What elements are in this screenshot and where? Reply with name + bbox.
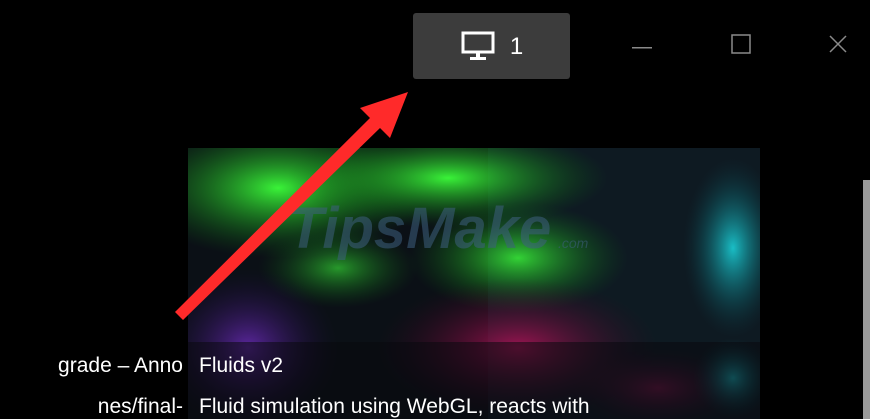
app-window: 1 grade – Anno nes/final- TipsMake .com … <box>0 0 870 419</box>
card-description: Fluid simulation using WebGL, reacts wit… <box>199 395 590 418</box>
close-button[interactable] <box>808 13 868 79</box>
wallpaper-card-fluids[interactable]: TipsMake .com Fluids v2 Fluid simulation… <box>188 148 760 419</box>
watermark-text: TipsMake <box>288 196 551 261</box>
monitor-icon <box>460 30 496 62</box>
maximize-icon <box>731 33 751 59</box>
minimize-icon <box>632 37 652 55</box>
display-count-button[interactable]: 1 <box>413 13 570 79</box>
left-card-subtitle: nes/final- <box>97 395 183 418</box>
close-icon <box>828 34 848 59</box>
title-bar: 1 <box>0 0 870 88</box>
card-title: Fluids v2 <box>199 354 284 377</box>
minimize-button[interactable] <box>612 13 672 79</box>
scrollbar[interactable] <box>863 180 870 419</box>
watermark-suffix: .com <box>558 235 589 251</box>
left-card-title[interactable]: grade – Anno <box>0 354 183 378</box>
maximize-button[interactable] <box>711 13 771 79</box>
display-count: 1 <box>509 32 524 60</box>
